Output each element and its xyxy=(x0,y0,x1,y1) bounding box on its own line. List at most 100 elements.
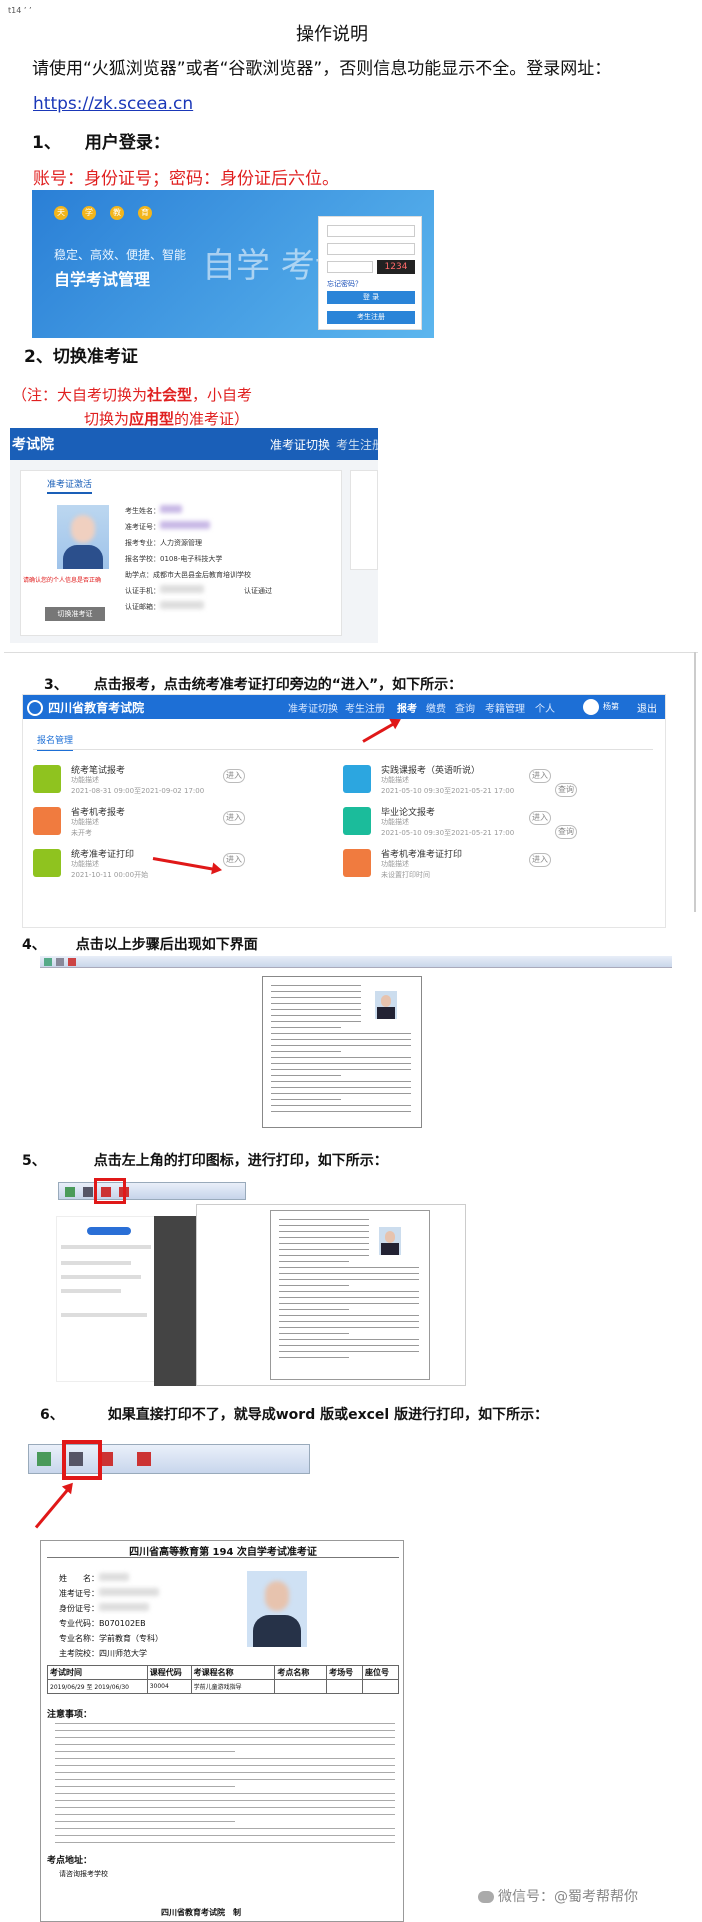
switch-screenshot: 考试院 准考证切换 考生注册 准考证激活 请确认您的个人信息是否正确 切换准考证… xyxy=(10,428,378,643)
card-icon xyxy=(33,849,61,877)
ticket-label: 姓 名： xyxy=(59,1574,99,1583)
doc-text-line xyxy=(279,1261,349,1262)
notes-text-line xyxy=(55,1828,395,1829)
doc-text-line xyxy=(279,1303,419,1304)
ticket-label: 准考证号： xyxy=(59,1589,99,1598)
portal-logo: 四川省教育考试院 xyxy=(27,697,144,716)
ticket-row: 姓 名： xyxy=(59,1571,259,1586)
doc-text-line xyxy=(271,1051,341,1052)
avatar[interactable] xyxy=(583,699,599,715)
exam-table: 考试时间 课程代码 考课程名称 考点名称 考场号 座位号 2019/06/29 … xyxy=(47,1665,399,1694)
logout-link[interactable]: 退出 xyxy=(637,700,657,715)
photo xyxy=(57,505,109,569)
enter-button[interactable]: 进入 xyxy=(223,769,245,783)
step5-num: 5、 xyxy=(22,1153,46,1169)
enter-button[interactable]: 进入 xyxy=(529,769,551,783)
section-rule xyxy=(33,749,653,750)
tab-activate[interactable]: 准考证激活 xyxy=(47,477,93,494)
enter-button[interactable]: 进入 xyxy=(529,853,551,867)
info-label: 报名学校： xyxy=(125,555,160,563)
note-bold: 应用型 xyxy=(129,410,175,428)
nav-item[interactable]: 缴费 xyxy=(426,700,446,715)
ticket-label: 身份证号： xyxy=(59,1604,99,1613)
nav-item[interactable]: 考籍管理 xyxy=(485,700,525,715)
toolbar-icon[interactable] xyxy=(68,958,76,966)
nav-item[interactable]: 考生注册 xyxy=(345,700,385,715)
corner-mark: t14 ’ ’ xyxy=(8,6,32,15)
watermark: 微信号：@蜀考帮帮你 xyxy=(478,1886,638,1906)
nav-register[interactable]: 考生注册 xyxy=(336,436,378,453)
portal-screenshot: 四川省教育考试院 准考证切换 考生注册 报考 缴费 查询 考籍管理 个人 杨第 … xyxy=(22,694,666,928)
address-title: 考点地址： xyxy=(47,1856,93,1866)
wechat-icon xyxy=(478,1891,494,1903)
password-input[interactable] xyxy=(327,243,415,255)
info-row: 报考专业：人力资源管理 xyxy=(125,535,272,551)
print-dialog-button[interactable] xyxy=(87,1227,131,1235)
function-card: 省考机考准考证打印 功能描述 未设置打印时间 进入 xyxy=(343,845,643,883)
step4-heading: 4、 点击以上步骤后出现如下界面 xyxy=(22,934,258,954)
redacted xyxy=(99,1588,159,1596)
doc-text-line xyxy=(279,1267,419,1268)
notes-text-line xyxy=(55,1793,395,1794)
toolbar-icon[interactable] xyxy=(56,958,64,966)
doc-text-line xyxy=(271,1057,411,1058)
register-button[interactable]: 考生注册 xyxy=(327,311,415,324)
doc-text-line xyxy=(279,1345,419,1346)
card-icon xyxy=(343,765,371,793)
step4-num: 4、 xyxy=(22,937,46,953)
intro-text: 请使用“火狐浏览器”或者“谷歌浏览器”，否则信息功能显示不全。登录网址： xyxy=(32,59,612,79)
verified-badge: 认证通过 xyxy=(244,587,272,595)
info-row: 准考证号： xyxy=(125,519,272,535)
switch-ticket-button[interactable]: 切换准考证 xyxy=(45,607,105,621)
card-time: 未开考 xyxy=(71,829,92,837)
username-input[interactable] xyxy=(327,225,415,237)
excel-icon[interactable] xyxy=(65,1187,75,1197)
account-note: 账号：身份证号；密码：身份证后六位。 xyxy=(33,169,339,189)
nav-item[interactable]: 准考证切换 xyxy=(288,700,338,715)
forgot-password-link[interactable]: 忘记密码？ xyxy=(327,279,362,289)
doc-text-line xyxy=(271,1063,411,1064)
query-button[interactable]: 查询 xyxy=(555,783,577,797)
info-value: 0108-电子科技大学 xyxy=(160,555,223,563)
ticket-footer: 四川省教育考试院 制 xyxy=(161,1908,241,1917)
nav-item-active[interactable]: 报考 xyxy=(397,700,417,715)
toolbar-icon[interactable] xyxy=(44,958,52,966)
login-button[interactable]: 登 录 xyxy=(327,291,415,304)
card-desc: 功能描述 xyxy=(71,818,99,826)
nav-switch-ticket[interactable]: 准考证切换 xyxy=(270,436,330,453)
enter-button[interactable]: 进入 xyxy=(223,811,245,825)
doc-text-line xyxy=(271,1003,361,1004)
enter-button[interactable]: 进入 xyxy=(529,811,551,825)
doc-text-line xyxy=(271,1099,341,1100)
note-bold: 社会型 xyxy=(147,386,193,404)
nav-item[interactable]: 个人 xyxy=(535,700,555,715)
doc-text-line xyxy=(271,985,361,986)
enter-button[interactable]: 进入 xyxy=(223,853,245,867)
switch-warning: 请确认您的个人信息是否正确 xyxy=(23,577,102,584)
notes-text-line xyxy=(55,1800,395,1801)
switch-logo: 考试院 xyxy=(12,437,54,453)
print-icon[interactable] xyxy=(137,1452,151,1466)
info-list: 考生姓名： 准考证号： 报考专业：人力资源管理 报名学校：0108-电子科技大学… xyxy=(125,503,272,615)
doc-text-line xyxy=(271,991,361,992)
side-card xyxy=(350,470,378,570)
doc-text-line xyxy=(271,1015,361,1016)
query-button[interactable]: 查询 xyxy=(555,825,577,839)
info-label: 认证邮箱： xyxy=(125,603,160,611)
word-icon[interactable] xyxy=(83,1187,93,1197)
card-desc: 功能描述 xyxy=(381,860,409,868)
cell: 30004 xyxy=(146,1679,192,1694)
excel-icon[interactable] xyxy=(37,1452,51,1466)
exam-table-header: 考试时间 课程代码 考课程名称 考点名称 考场号 座位号 xyxy=(47,1665,399,1680)
captcha-input[interactable] xyxy=(327,261,373,273)
ticket-value: 学前教育（专科） xyxy=(99,1634,163,1643)
step2-note-line2: 切换为应用型的准考证） xyxy=(84,408,249,429)
notes-text-line xyxy=(55,1737,395,1738)
section-divider xyxy=(4,652,698,653)
captcha-image[interactable]: 1234 xyxy=(377,260,415,274)
login-url-link[interactable]: https://zk.sceea.cn xyxy=(33,94,193,114)
nav-item[interactable]: 查询 xyxy=(455,700,475,715)
doc-text-line xyxy=(279,1249,369,1250)
mini-photo xyxy=(379,1227,401,1255)
ticket-label: 专业代码： xyxy=(59,1619,99,1628)
